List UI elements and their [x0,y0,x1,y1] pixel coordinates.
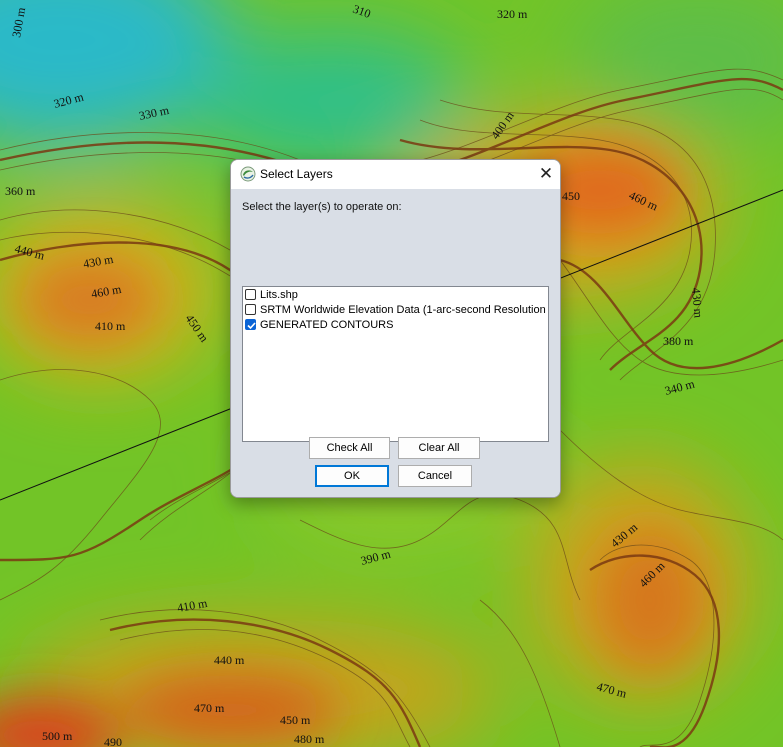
list-item[interactable]: GENERATED CONTOURS [245,318,546,332]
layer-checkbox[interactable] [245,304,256,315]
layer-label: Lits.shp [260,289,298,301]
close-button[interactable]: ✕ [532,160,560,189]
layer-checkbox[interactable] [245,319,256,330]
select-layers-dialog: Select Layers ✕ Select the layer(s) to o… [230,159,561,498]
contour-label: 450 [562,189,580,203]
list-item[interactable]: Lits.shp [245,288,546,302]
check-all-button[interactable]: Check All [309,437,390,459]
contour-label: 470 m [194,701,225,715]
contour-label: 440 m [214,653,245,667]
contour-label: 360 m [5,184,36,198]
contour-label: 450 m [280,713,311,727]
ok-button[interactable]: OK [315,465,389,487]
dialog-title: Select Layers [260,167,333,181]
contour-label: 380 m [663,334,694,348]
app-globe-icon [240,166,256,182]
checkmark-icon [247,322,256,330]
contour-label: 500 m [42,729,73,743]
layer-checkbox[interactable] [245,289,256,300]
close-icon: ✕ [538,164,554,183]
dialog-prompt: Select the layer(s) to operate on: [242,201,402,213]
dialog-body: Select the layer(s) to operate on: Lits.… [231,189,560,497]
contour-label: 410 m [95,319,126,333]
layer-label: SRTM Worldwide Elevation Data (1-arc-sec… [260,304,546,316]
layer-listbox[interactable]: Lits.shp SRTM Worldwide Elevation Data (… [242,286,549,442]
contour-label: 320 m [497,7,528,21]
contour-label: 430 m [689,287,706,319]
layer-label: GENERATED CONTOURS [260,319,394,331]
cancel-button[interactable]: Cancel [398,465,472,487]
contour-label: 480 m [294,732,325,746]
dialog-titlebar[interactable]: Select Layers ✕ [231,160,560,189]
list-item[interactable]: SRTM Worldwide Elevation Data (1-arc-sec… [245,303,546,317]
clear-all-button[interactable]: Clear All [398,437,480,459]
contour-label: 490 [104,735,122,747]
